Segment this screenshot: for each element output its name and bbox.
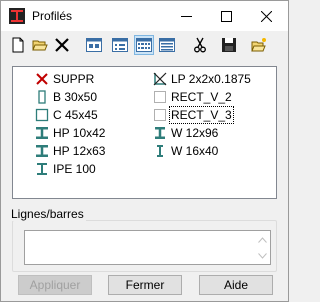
small-icons-view-button[interactable]	[110, 35, 130, 55]
h-beam-icon	[35, 144, 49, 158]
new-icon	[12, 37, 24, 53]
details-view-icon	[159, 38, 175, 52]
lines-group-label: Lignes/barres	[9, 207, 86, 221]
rect-section-icon	[35, 90, 49, 104]
empty-rect-icon	[153, 90, 167, 104]
minimize-icon	[181, 16, 192, 17]
red-x-icon	[35, 72, 49, 86]
cut-icon	[194, 37, 206, 53]
lines-textarea[interactable]	[24, 230, 271, 265]
empty-rect-icon	[153, 108, 167, 122]
maximize-icon	[221, 11, 232, 22]
help-button[interactable]: Aide	[199, 275, 273, 295]
scroll-down-icon[interactable]	[258, 253, 267, 259]
title-bar[interactable]: Profilés	[1, 1, 288, 31]
large-icons-view-button[interactable]	[84, 35, 104, 55]
i-beam-icon	[35, 162, 49, 176]
small-icons-view-icon	[112, 38, 128, 52]
apply-button[interactable]: Appliquer	[18, 275, 92, 295]
angle-section-crossed-icon	[153, 72, 167, 86]
list-view-button[interactable]	[134, 35, 154, 55]
delete-button[interactable]	[52, 35, 72, 55]
delete-icon	[55, 38, 69, 52]
cut-button[interactable]	[190, 35, 210, 55]
square-section-icon	[35, 108, 49, 122]
w-beam-icon	[153, 126, 167, 140]
close-dialog-button[interactable]: Fermer	[108, 275, 182, 295]
save-button[interactable]	[219, 35, 239, 55]
minimize-button[interactable]	[167, 1, 207, 31]
open-folder-star-icon	[251, 38, 266, 52]
open-button[interactable]	[30, 35, 50, 55]
profiles-dialog: Profilés SUPPR B 30x50 C 45x45 HP 10x42 …	[0, 0, 289, 302]
toolbar	[1, 33, 288, 59]
w-beam-narrow-icon	[153, 144, 167, 158]
close-icon	[261, 11, 272, 22]
open-folder-icon	[32, 40, 48, 51]
window-title: Profilés	[32, 9, 73, 23]
large-icons-view-icon	[86, 38, 102, 52]
details-view-button[interactable]	[157, 35, 177, 55]
maximize-button[interactable]	[207, 1, 247, 31]
open-special-button[interactable]	[249, 35, 269, 55]
new-button[interactable]	[8, 35, 28, 55]
close-button[interactable]	[247, 1, 287, 31]
app-icon	[9, 8, 25, 24]
list-view-icon	[136, 38, 152, 52]
profiles-listbox[interactable]: SUPPR B 30x50 C 45x45 HP 10x42 HP 12x63	[12, 66, 277, 199]
scroll-up-icon[interactable]	[258, 237, 267, 243]
h-beam-icon	[35, 126, 49, 140]
save-icon	[222, 38, 236, 52]
